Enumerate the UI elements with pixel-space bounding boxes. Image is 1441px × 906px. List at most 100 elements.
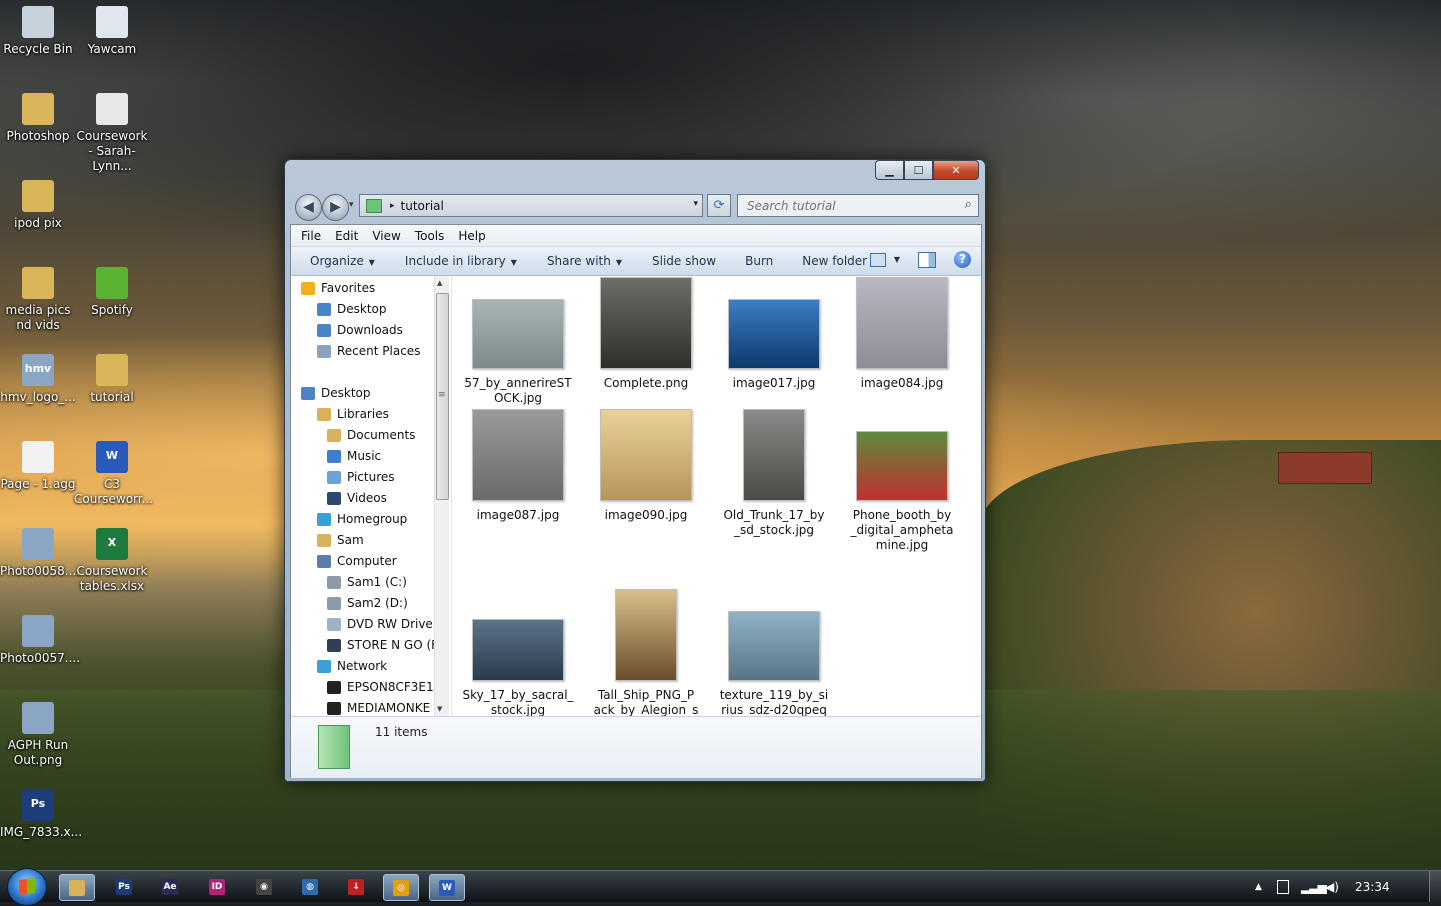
file-item[interactable]: Phone_booth_by _digital_ampheta mine.jpg: [843, 413, 961, 553]
taskbar-button-downloader[interactable]: ↓: [338, 874, 374, 899]
desktop-icon[interactable]: W C3 Courseworr...: [74, 441, 153, 507]
desktop-icon[interactable]: ipod pix: [0, 180, 76, 231]
close-button[interactable]: ✕: [933, 160, 979, 180]
nav-item-sam2-d[interactable]: Sam2 (D:): [327, 596, 408, 610]
clock[interactable]: 23:34: [1355, 880, 1390, 894]
nav-item-label: Homegroup: [337, 512, 408, 526]
nav-item-favorites[interactable]: Favorites: [301, 281, 375, 295]
nav-item-libraries[interactable]: Libraries: [317, 407, 389, 421]
nav-item-sam1-c[interactable]: Sam1 (C:): [327, 575, 407, 589]
scroll-down-arrow-icon[interactable]: ▼: [437, 705, 442, 713]
network-signal-icon[interactable]: ▂▃▅: [1301, 880, 1327, 894]
taskbar-button-photoshop[interactable]: Ps: [106, 874, 142, 899]
nav-item-recent-places[interactable]: Recent Places: [317, 344, 420, 358]
change-view-icon[interactable]: [869, 252, 886, 267]
nav-item-sam[interactable]: Sam: [317, 533, 364, 547]
search-icon[interactable]: ⌕: [965, 197, 972, 212]
help-icon[interactable]: ?: [954, 251, 971, 268]
nav-item-network[interactable]: Network: [317, 659, 387, 673]
recent-pages-button[interactable]: ▾: [349, 200, 354, 210]
menu-view[interactable]: View: [372, 229, 400, 243]
desktop-icon[interactable]: Ps IMG_7833.x...: [0, 789, 82, 840]
nav-item-store-n-go-f[interactable]: STORE N GO (F: [327, 638, 438, 652]
desktop-icon[interactable]: Photoshop: [0, 93, 76, 144]
minimize-button[interactable]: ▁: [875, 160, 904, 180]
desktop-icon[interactable]: tutorial: [74, 354, 150, 405]
breadcrumb-tutorial[interactable]: tutorial: [401, 199, 444, 213]
burn-button[interactable]: Burn: [745, 254, 773, 268]
nav-item-pictures[interactable]: Pictures: [327, 470, 395, 484]
network-app-icon: ◍: [302, 878, 318, 895]
include-in-library-button[interactable]: Include in library ▼: [405, 254, 517, 268]
back-button[interactable]: ◀: [295, 194, 322, 221]
file-item[interactable]: image087.jpg: [459, 409, 577, 523]
forward-button[interactable]: ▶: [322, 194, 349, 221]
navigation-pane-scrollbar[interactable]: ▲ ≡ ▼: [434, 276, 449, 716]
breadcrumb-arrow-icon[interactable]: ▸: [390, 201, 395, 211]
chevron-down-icon: ▼: [615, 258, 622, 267]
desktop-icon[interactable]: Page - 1.agg: [0, 441, 76, 492]
nav-item-epson8cf3e1[interactable]: EPSON8CF3E1: [327, 680, 434, 694]
file-item[interactable]: image084.jpg: [843, 277, 961, 391]
taskbar-button-indesign[interactable]: ID: [199, 874, 235, 899]
desktop-icon[interactable]: Spotify: [74, 267, 150, 318]
file-item[interactable]: image090.jpg: [587, 409, 705, 523]
desktop-icon[interactable]: Coursework - Sarah-Lynn...: [74, 93, 150, 174]
desktop-icon-label: Page - 1.agg: [0, 477, 76, 491]
scroll-thumb[interactable]: ≡: [436, 293, 449, 500]
file-item[interactable]: Old_Trunk_17_by _sd_stock.jpg: [715, 409, 833, 538]
maximize-button[interactable]: ☐: [904, 160, 933, 180]
show-hidden-icons-button[interactable]: ▲: [1255, 882, 1262, 892]
file-item[interactable]: Tall_Ship_PNG_P ack_by_Alegion_s tock.jp…: [587, 560, 705, 733]
desktop-icon[interactable]: AGPH Run Out.png: [0, 702, 76, 768]
share-with-button[interactable]: Share with ▼: [547, 254, 622, 268]
slide-show-button[interactable]: Slide show: [652, 254, 716, 268]
taskbar-button-network-app[interactable]: ◍: [292, 874, 328, 899]
show-desktop-button[interactable]: [1429, 871, 1441, 902]
desktop-icon[interactable]: X Coursework tables.xlsx: [74, 528, 150, 594]
desktop-icon[interactable]: Yawcam: [74, 6, 150, 57]
taskbar-button-after-effects[interactable]: Ae: [152, 874, 188, 899]
address-bar[interactable]: ▸ tutorial ▾: [359, 194, 703, 217]
menu-help[interactable]: Help: [458, 229, 485, 243]
desktop-icon[interactable]: hmv hmv_logo_...: [0, 354, 76, 405]
taskbar-button-windows-explorer[interactable]: [59, 874, 95, 901]
desktop-icon[interactable]: media pics nd vids: [0, 267, 76, 333]
nav-item-computer[interactable]: Computer: [317, 554, 397, 568]
nav-item-dvd-rw-drive[interactable]: DVD RW Drive (: [327, 617, 441, 631]
taskbar-button-norton[interactable]: ◎: [383, 874, 419, 901]
search-input[interactable]: [745, 197, 949, 214]
nav-item-homegroup[interactable]: Homegroup: [317, 512, 407, 526]
desktop-icon[interactable]: Photo0058....: [0, 528, 80, 579]
file-item[interactable]: texture_119_by_si rius_sdz-d20qpeq .jpg: [715, 560, 833, 733]
menu-tools[interactable]: Tools: [415, 229, 445, 243]
nav-item-desktop[interactable]: Desktop: [301, 386, 371, 400]
view-options-chevron-icon[interactable]: ▼: [894, 255, 900, 264]
file-item[interactable]: Complete.png: [587, 277, 705, 391]
file-item[interactable]: image017.jpg: [715, 281, 833, 391]
nav-item-documents[interactable]: Documents: [327, 428, 415, 442]
new-folder-button[interactable]: New folder: [802, 254, 867, 268]
scroll-up-arrow-icon[interactable]: ▲: [437, 279, 442, 287]
volume-icon[interactable]: ◀): [1325, 880, 1339, 894]
organize-button[interactable]: Organize ▼: [310, 254, 375, 268]
action-center-icon[interactable]: [1277, 880, 1289, 894]
file-item[interactable]: 57_by_annerireST OCK.jpg: [459, 281, 577, 406]
nav-item-desktop[interactable]: Desktop: [317, 302, 387, 316]
nav-item-videos[interactable]: Videos: [327, 491, 387, 505]
taskbar-button-word[interactable]: W: [429, 874, 465, 901]
start-button[interactable]: [7, 868, 47, 906]
menu-edit[interactable]: Edit: [335, 229, 358, 243]
file-item[interactable]: Sky_17_by_sacral_ stock.jpg: [459, 560, 577, 718]
desktop-icon[interactable]: Recycle Bin: [0, 6, 76, 57]
menu-file[interactable]: File: [301, 229, 321, 243]
nav-item-mediamonke[interactable]: MEDIAMONKE: [327, 701, 430, 715]
nav-item-music[interactable]: Music: [327, 449, 381, 463]
desktop-icon[interactable]: Photo0057....: [0, 615, 80, 666]
preview-pane-icon[interactable]: [918, 251, 936, 268]
address-dropdown-icon[interactable]: ▾: [693, 199, 698, 209]
taskbar-button-media-player[interactable]: ◉: [246, 874, 282, 899]
search-box[interactable]: ⌕: [737, 194, 979, 217]
refresh-button[interactable]: ⟳: [707, 194, 731, 217]
nav-item-downloads[interactable]: Downloads: [317, 323, 403, 337]
